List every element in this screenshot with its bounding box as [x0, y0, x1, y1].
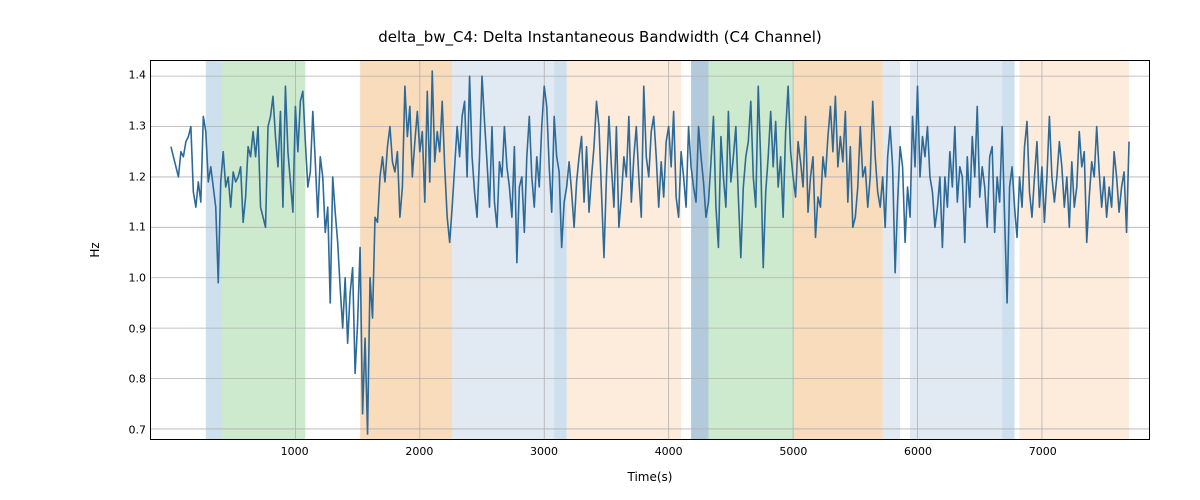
shaded-band	[883, 61, 900, 439]
plot-canvas	[151, 61, 1149, 439]
shaded-band	[910, 61, 1002, 439]
x-tick-label: 3000	[530, 445, 558, 458]
y-tick-label: 1.1	[118, 221, 146, 234]
y-tick-label: 0.9	[118, 322, 146, 335]
x-tick-label: 5000	[779, 445, 807, 458]
x-tick-label: 2000	[405, 445, 433, 458]
y-tick-label: 1.4	[118, 69, 146, 82]
y-tick-label: 1.0	[118, 271, 146, 284]
axes-area	[150, 60, 1150, 440]
shaded-band	[691, 61, 708, 439]
x-tick-label: 1000	[281, 445, 309, 458]
shaded-band	[1020, 61, 1129, 439]
shaded-band	[554, 61, 566, 439]
y-axis-label: Hz	[88, 242, 102, 257]
shaded-band	[793, 61, 810, 439]
chart-title: delta_bw_C4: Delta Instantaneous Bandwid…	[0, 28, 1200, 46]
x-tick-label: 7000	[1029, 445, 1057, 458]
figure: delta_bw_C4: Delta Instantaneous Bandwid…	[0, 0, 1200, 500]
x-tick-label: 6000	[904, 445, 932, 458]
shaded-band	[452, 61, 554, 439]
x-axis-label: Time(s)	[628, 470, 673, 484]
y-tick-label: 0.7	[118, 423, 146, 436]
shaded-band	[567, 61, 681, 439]
y-tick-label: 0.8	[118, 373, 146, 386]
y-tick-label: 1.2	[118, 170, 146, 183]
x-tick-label: 4000	[655, 445, 683, 458]
shaded-band	[222, 61, 305, 439]
y-tick-label: 1.3	[118, 119, 146, 132]
